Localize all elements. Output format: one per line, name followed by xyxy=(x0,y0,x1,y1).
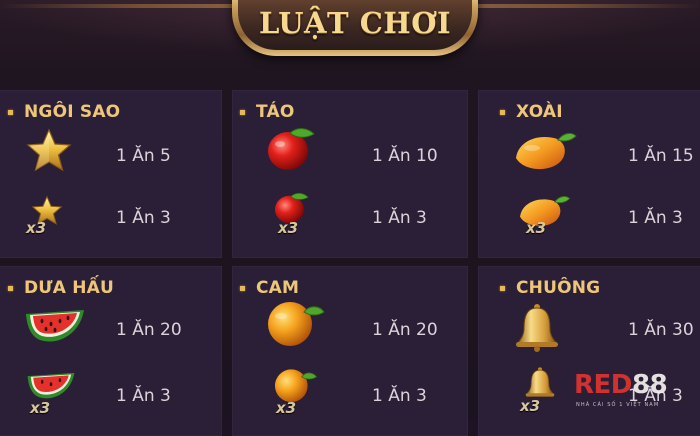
payout-text: 1 Ăn 20 xyxy=(372,320,438,340)
star-small-icon-cell: x3 xyxy=(24,194,86,242)
bell-icon-cell xyxy=(514,302,576,352)
multiplier-label: x3 xyxy=(520,397,541,415)
multiplier-label: x3 xyxy=(278,219,299,237)
panel-header: TÁO xyxy=(240,102,295,122)
payout-text: 1 Ăn 3 xyxy=(628,208,683,228)
watermelon-small-icon-cell: x3 xyxy=(26,368,88,417)
orange-small-icon-cell: x3 xyxy=(272,366,334,417)
panel-mango: XOÀI 1 Ăn 15 x3 1 Ăn 3 xyxy=(478,90,700,258)
bullet-icon xyxy=(8,109,13,115)
panel-star: NGÔI SAO 1 Ăn 5 x3 1 Ăn 3 xyxy=(0,90,222,258)
watermark-tagline: NHÀ CÁI SỐ 1 VIỆT NAM xyxy=(576,402,660,408)
payout-text: 1 Ăn 30 xyxy=(628,320,694,340)
panel-header: XOÀI xyxy=(500,102,563,122)
payout-text: 1 Ăn 20 xyxy=(116,320,182,340)
orange-icon-cell xyxy=(264,298,326,346)
apple-icon xyxy=(268,128,315,170)
panel-title: TÁO xyxy=(256,102,295,122)
mango-icon xyxy=(516,132,577,170)
bell-icon xyxy=(515,304,559,352)
panel-title: CAM xyxy=(256,278,300,298)
bell-icon xyxy=(525,367,555,397)
payout-text: 1 Ăn 3 xyxy=(372,208,427,228)
mango-icon-cell xyxy=(512,128,577,176)
payout-text: 1 Ăn 10 xyxy=(372,146,438,166)
panel-apple: TÁO 1 Ăn 10 x3 1 Ăn 3 xyxy=(232,90,468,258)
page-title: LUẬT CHƠI xyxy=(258,6,452,40)
multiplier-label: x3 xyxy=(30,399,51,417)
panel-title: DƯA HẤU xyxy=(24,278,114,298)
watermark-brand-number: 88 xyxy=(632,370,668,400)
panel-title: NGÔI SAO xyxy=(24,102,121,122)
payout-text: 1 Ăn 3 xyxy=(116,386,171,406)
payout-text: 1 Ăn 3 xyxy=(372,386,427,406)
mango-small-icon-cell: x3 xyxy=(516,192,578,240)
watermelon-icon-cell xyxy=(24,304,86,352)
bullet-icon xyxy=(8,285,13,291)
panel-watermelon: DƯA HẤU 1 Ăn 20 x3 1 Ăn 3 xyxy=(0,266,222,436)
panel-orange: CAM 1 Ăn 20 x3 1 Ăn 3 xyxy=(232,266,468,436)
star-icon xyxy=(26,128,72,172)
bullet-icon xyxy=(500,285,505,291)
panel-header: DƯA HẤU xyxy=(8,278,114,298)
panel-header: CHUÔNG xyxy=(500,278,600,298)
multiplier-label: x3 xyxy=(526,219,547,237)
apple-icon-cell xyxy=(264,124,326,172)
panel-title: CHUÔNG xyxy=(516,278,601,298)
bullet-icon xyxy=(240,109,245,115)
watermelon-icon xyxy=(27,372,75,399)
watermelon-icon xyxy=(26,310,84,342)
bullet-icon xyxy=(500,109,505,115)
brand-watermark: RED 88 NHÀ CÁI SỐ 1 VIỆT NAM xyxy=(570,368,700,420)
panel-header: NGÔI SAO xyxy=(8,102,120,122)
apple-small-icon-cell: x3 xyxy=(272,190,334,238)
multiplier-label: x3 xyxy=(276,399,297,417)
multiplier-label: x3 xyxy=(26,219,47,237)
panel-title: XOÀI xyxy=(516,102,563,122)
payout-text: 1 Ăn 5 xyxy=(116,146,171,166)
title-plaque: LUẬT CHƠI xyxy=(232,0,478,56)
payout-text: 1 Ăn 15 xyxy=(628,146,694,166)
watermark-brand-red: RED xyxy=(574,370,632,400)
payout-text: 1 Ăn 3 xyxy=(116,208,171,228)
orange-icon xyxy=(268,302,325,346)
star-icon-cell xyxy=(24,126,86,174)
bullet-icon xyxy=(240,285,245,291)
panel-header: CAM xyxy=(240,278,299,298)
